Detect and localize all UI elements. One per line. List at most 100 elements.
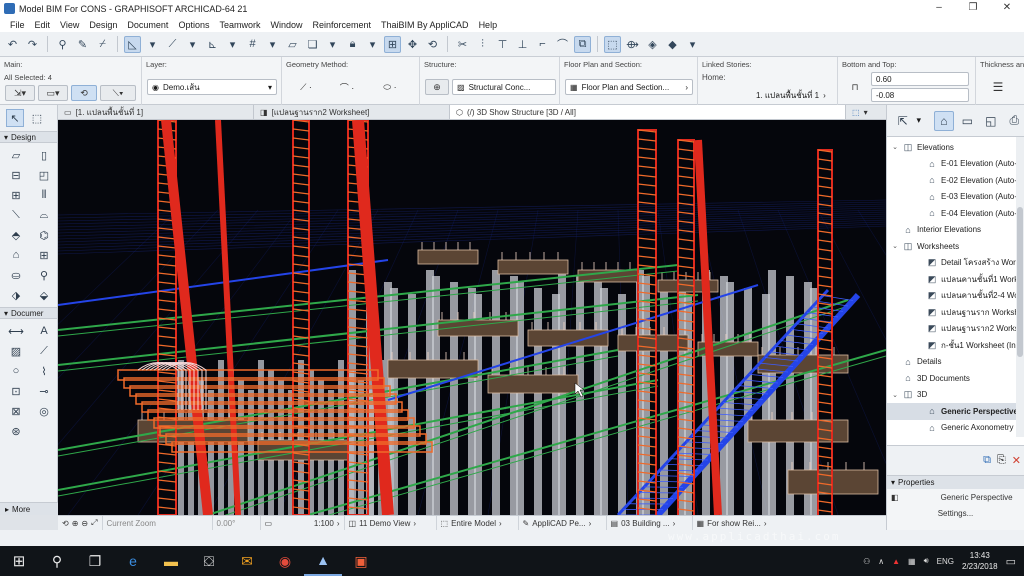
3d-viewport[interactable]	[58, 120, 886, 515]
wall-tool-icon[interactable]: ▱	[3, 146, 29, 164]
tree-item[interactable]: ◩ แปลนฐานราก Workshe	[887, 304, 1024, 321]
group-icon[interactable]: ❏	[304, 36, 321, 53]
menu-options[interactable]: Options	[173, 20, 214, 30]
view-map-icon[interactable]: ▭	[958, 111, 977, 131]
grid-snap-icon[interactable]: #	[244, 36, 261, 53]
tree-item[interactable]: ⌂ E-04 Elevation (Auto-	[887, 205, 1024, 222]
chevron-down-icon[interactable]: ▾	[364, 36, 381, 53]
undo-zoom-icon[interactable]: ⟲	[62, 519, 69, 528]
shell-tool-icon[interactable]: ⌓	[31, 206, 57, 224]
document-group-header[interactable]: ▾ Documer	[0, 307, 57, 319]
store-icon[interactable]: ⛋	[190, 546, 228, 576]
close-button[interactable]: ✕	[990, 0, 1024, 17]
model-view-field[interactable]: ⬚ Entire Model ›	[437, 515, 519, 531]
chevron-down-icon[interactable]: ▾	[916, 115, 930, 126]
select-all-button[interactable]: ⇲▾	[5, 85, 35, 101]
outlook-icon[interactable]: ✉	[228, 546, 266, 576]
zoom-out-icon[interactable]: ⊖	[81, 519, 88, 528]
worksheet-tool-icon[interactable]: ⊠	[3, 402, 29, 420]
selection-filter-button[interactable]: ▭▾	[38, 85, 68, 101]
tree-item[interactable]: ⌂ 3D Documents	[887, 370, 1024, 387]
bottom-offset-field[interactable]: -0.08	[871, 88, 969, 102]
3d-window-icon[interactable]: ⬚	[604, 35, 621, 53]
undo-icon[interactable]: ↶	[4, 36, 21, 53]
more-tools-button[interactable]: ▸ More	[0, 502, 58, 515]
eyedropper-icon[interactable]: ⌿	[94, 36, 111, 53]
search-icon[interactable]: ⚲	[38, 546, 76, 576]
menu-thaibim[interactable]: ThaiBIM By AppliCAD	[376, 20, 474, 30]
suspend-groups-icon[interactable]: ▱	[284, 36, 301, 53]
archicad-taskbar-icon[interactable]: ▲	[304, 546, 342, 576]
clone-icon[interactable]: ⎘	[997, 454, 1006, 467]
windows-start-icon[interactable]: ⊞	[0, 546, 38, 576]
polyline-tool-icon[interactable]: ⌇	[31, 362, 57, 380]
top-offset-field[interactable]: 0.60	[871, 72, 969, 86]
curtain-wall-tool-icon[interactable]: ⌬	[31, 226, 57, 244]
menu-file[interactable]: File	[5, 20, 30, 30]
menu-edit[interactable]: Edit	[30, 20, 56, 30]
settings-button[interactable]: Settings...	[911, 506, 1001, 520]
chevron-down-icon[interactable]: ⌄	[891, 391, 899, 399]
line-tool-icon[interactable]: ⟋	[31, 342, 57, 360]
restore-button[interactable]: ❐	[956, 0, 990, 17]
menu-reinforcement[interactable]: Reinforcement	[308, 20, 377, 30]
settings-dialog-button[interactable]: ⟲	[71, 85, 97, 101]
scissors-icon[interactable]: ✂	[454, 36, 471, 53]
design-group-header[interactable]: ▾ Design	[0, 131, 57, 143]
chevron-up-icon[interactable]: ∧	[878, 557, 884, 566]
stair-tool-icon[interactable]: ⊞	[3, 186, 29, 204]
file-explorer-icon[interactable]: ▬	[152, 546, 190, 576]
chevron-down-icon[interactable]: ⌄	[891, 143, 899, 151]
geometry-dropdown[interactable]: ⟍▾	[100, 85, 136, 101]
tree-item[interactable]: ◩ แปลนฐานราก2 Worksh	[887, 321, 1024, 338]
fit-in-window-icon[interactable]: ⤢	[91, 518, 97, 528]
3d-structure-model[interactable]	[58, 120, 886, 515]
offset-icon[interactable]: ⌐	[534, 36, 551, 53]
floorplan-dropdown[interactable]: ▦ Floor Plan and Section... ›	[565, 79, 693, 95]
beam-tool-icon[interactable]: ⊟	[3, 166, 29, 184]
3d-style-icon[interactable]: ◆	[664, 36, 681, 53]
tab-floor-plan[interactable]: ▭ [1. แปลนพื้นชั้นที่ 1]	[58, 105, 254, 119]
publisher-sets-icon[interactable]: ⎙	[1005, 111, 1024, 131]
roof-tool-icon[interactable]: ⟍	[3, 206, 29, 224]
zoom-controls[interactable]: ⟲ ⊕ ⊖ ⤢	[58, 515, 103, 531]
multiply-icon[interactable]: ⧉	[574, 35, 591, 53]
graphic-override-field[interactable]: ▦ For show Rei... ›	[693, 516, 783, 531]
tree-item[interactable]: ◩ Detail โครงสร้าง Work	[887, 255, 1024, 272]
split-icon[interactable]: ⫶	[474, 36, 491, 53]
fillet-icon[interactable]: ⌒	[554, 36, 571, 53]
object-tool-icon[interactable]: ⛀	[3, 266, 29, 284]
pick-up-icon[interactable]: ✎	[74, 36, 91, 53]
tree-item[interactable]: ⌂ E-01 Elevation (Auto-	[887, 156, 1024, 173]
tree-item[interactable]: ⌂ E-03 Elevation (Auto-	[887, 189, 1024, 206]
find-select-icon[interactable]: ⚲	[54, 36, 71, 53]
tab-3d-view[interactable]: ⬡ (/) 3D Show Structure [3D / All]	[450, 105, 846, 119]
navigator-scrollbar[interactable]	[1016, 137, 1024, 437]
task-view-icon[interactable]: ❐	[76, 546, 114, 576]
chevron-down-icon[interactable]: ▾	[324, 36, 341, 53]
tree-item[interactable]: ⌄ ◫ 3D	[887, 387, 1024, 404]
layer-dropdown[interactable]: ◉ Demo.เส้น ▾	[147, 79, 277, 95]
tree-item[interactable]: ⌄ ◫ Worksheets	[887, 238, 1024, 255]
snap-points-icon[interactable]: ⊾	[204, 36, 221, 53]
chevron-down-icon[interactable]: ▾	[684, 36, 701, 53]
navigator-menu-icon[interactable]: ⇱	[893, 111, 912, 131]
lock-icon[interactable]: 🔒︎	[344, 36, 361, 53]
slab-tool-icon[interactable]: ◰	[31, 166, 57, 184]
snap-guide-icon[interactable]: ◺	[124, 35, 141, 53]
rotate-icon[interactable]: ⟲	[424, 36, 441, 53]
chevron-down-icon[interactable]: ▾	[184, 36, 201, 53]
current-zoom-field[interactable]: Current Zoom	[103, 515, 213, 531]
menu-document[interactable]: Document	[122, 20, 173, 30]
layout-book-icon[interactable]: ◱	[981, 111, 1000, 131]
menu-teamwork[interactable]: Teamwork	[214, 20, 265, 30]
menu-design[interactable]: Design	[84, 20, 122, 30]
volume-icon[interactable]: 🔊︎	[924, 556, 929, 566]
dimension-tool-icon[interactable]: ⟷	[3, 322, 29, 340]
properties-header[interactable]: ▾ Properties	[887, 476, 1024, 489]
pen-set-field[interactable]: ✎ AppliCAD Pe... ›	[519, 515, 607, 531]
chevron-down-icon[interactable]: ▾	[264, 36, 281, 53]
mesh-tool-icon[interactable]: ⬙	[31, 286, 57, 304]
chevron-down-icon[interactable]: ▾	[144, 36, 161, 53]
arrow-tool-icon[interactable]: ↖	[6, 109, 24, 127]
